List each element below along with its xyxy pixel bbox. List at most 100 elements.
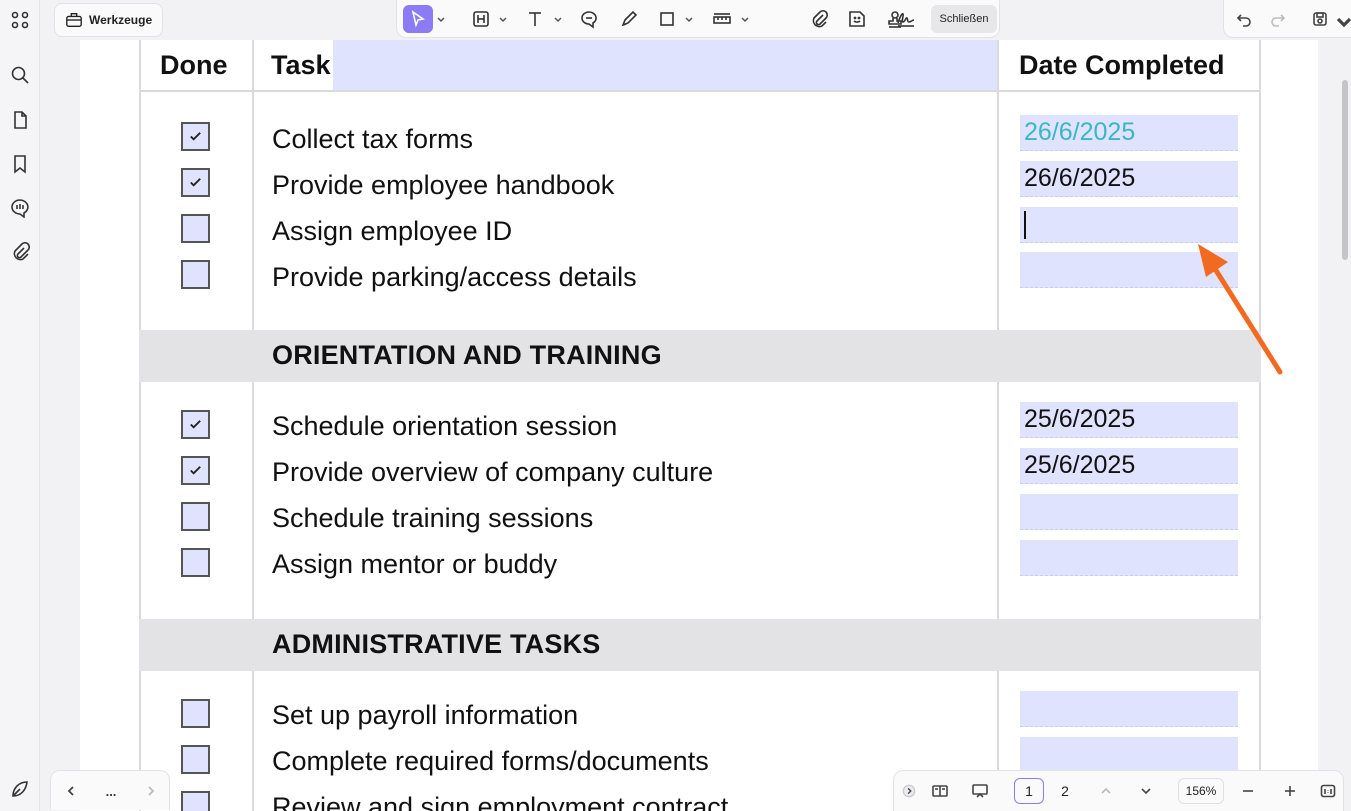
redo-icon[interactable] (1268, 9, 1288, 29)
select-tool-button[interactable] (403, 5, 433, 33)
shape-tool-button[interactable] (653, 5, 681, 33)
comments-icon[interactable] (8, 196, 32, 220)
date-field[interactable] (1020, 252, 1238, 288)
pencil-icon (621, 10, 638, 27)
date-field[interactable] (1020, 737, 1238, 773)
text-tool-button[interactable] (521, 5, 549, 33)
task-label: Provide parking/access details (272, 262, 637, 292)
forward-chevron-right-icon[interactable] (141, 781, 161, 801)
pencil-tool-button[interactable] (615, 5, 643, 33)
text-t-icon (529, 12, 541, 26)
sticker-smile-icon (849, 11, 865, 27)
attachment-icon[interactable] (8, 240, 32, 264)
date-field[interactable]: 25/6/2025 (1020, 402, 1238, 438)
header-done: Done (160, 50, 228, 80)
task-checkbox[interactable] (181, 791, 210, 811)
signature-icon (897, 13, 915, 27)
theme-icon[interactable] (8, 777, 32, 801)
date-field[interactable]: 26/6/2025 (1020, 115, 1238, 151)
next-page-chevron-down-icon[interactable] (1136, 778, 1156, 804)
scrollbar-thumb[interactable] (1342, 80, 1348, 260)
task-checkbox[interactable] (181, 745, 210, 774)
date-field[interactable]: 25/6/2025 (1020, 448, 1238, 484)
tools-button[interactable]: Werkzeuge (54, 3, 164, 37)
task-checkbox[interactable] (181, 502, 210, 531)
sticker-tool-button[interactable] (843, 5, 871, 33)
zoom-level[interactable]: 156% (1178, 778, 1224, 804)
header-divider (139, 90, 1261, 92)
task-checkbox[interactable] (181, 214, 210, 243)
checkmark-icon (190, 466, 201, 475)
undo-icon[interactable] (1234, 9, 1254, 29)
back-chevron-left-icon[interactable] (61, 781, 81, 801)
paperclip-icon (812, 9, 829, 28)
date-field[interactable] (1020, 691, 1238, 727)
section-title-administrative: ADMINISTRATIVE TASKS (272, 629, 601, 659)
attach-tool-button[interactable] (805, 5, 833, 33)
task-label: Assign mentor or buddy (272, 549, 558, 579)
checkmark-icon (190, 178, 201, 187)
expand-chevron-icon[interactable] (902, 778, 916, 804)
rectangle-icon (660, 12, 674, 26)
task-label: Schedule orientation session (272, 411, 618, 441)
measure-chevron-down-icon[interactable] (741, 16, 749, 24)
date-field[interactable]: 26/6/2025 (1020, 161, 1238, 197)
header-date-completed: Date Completed (1019, 50, 1225, 80)
select-tool-chevron-down-icon[interactable] (437, 16, 445, 24)
actual-size-icon[interactable] (1318, 778, 1338, 804)
reading-mode-icon[interactable] (928, 778, 952, 804)
page-1-button[interactable]: 1 (1014, 778, 1044, 804)
zoom-out-icon[interactable] (1238, 778, 1258, 804)
date-field[interactable] (1020, 540, 1238, 576)
tools-button-label: Werkzeuge (89, 13, 153, 27)
zoom-in-icon[interactable] (1280, 778, 1300, 804)
highlight-chevron-down-icon[interactable] (499, 16, 507, 24)
column-divider-date (997, 40, 999, 811)
ruler-icon (713, 13, 731, 24)
page-controls: 1 2 156% (893, 770, 1344, 811)
save-chevron-down-icon[interactable] (1336, 15, 1351, 28)
comment-tool-button[interactable] (575, 5, 603, 33)
page-2-button[interactable]: 2 (1050, 778, 1080, 804)
date-field-active[interactable] (1020, 207, 1238, 243)
signature-tool-button[interactable] (891, 5, 921, 33)
previous-page-chevron-up-icon[interactable] (1096, 778, 1116, 804)
task-checkbox[interactable] (181, 699, 210, 728)
task-label: Provide employee handbook (272, 170, 615, 200)
task-checkbox[interactable] (181, 548, 210, 577)
column-divider-done (252, 40, 254, 811)
task-checkbox[interactable] (181, 410, 210, 439)
apps-grid-icon[interactable] (8, 8, 32, 32)
task-checkbox[interactable] (181, 168, 210, 197)
checkmark-icon (190, 420, 201, 429)
search-icon[interactable] (8, 63, 32, 87)
right-toolbar-group (1223, 0, 1351, 38)
task-checkbox[interactable] (181, 122, 210, 151)
close-toolbar-button[interactable]: Schließen (931, 5, 997, 33)
cursor-icon (411, 10, 425, 28)
shape-chevron-down-icon[interactable] (685, 16, 693, 24)
task-checkbox[interactable] (181, 456, 210, 485)
presentation-icon[interactable] (968, 778, 992, 804)
page-thumbnails-icon[interactable] (8, 108, 32, 132)
page-history-nav: ... (50, 770, 170, 810)
section-title-orientation: ORIENTATION AND TRAINING (272, 340, 662, 370)
more-options-button[interactable]: ... (101, 781, 121, 801)
task-checkbox[interactable] (181, 260, 210, 289)
date-field[interactable] (1020, 494, 1238, 530)
speech-bubble-icon (581, 11, 597, 29)
top-toolbar: Werkzeuge Schließen (40, 0, 1351, 40)
save-icon[interactable] (1310, 9, 1330, 29)
measure-tool-button[interactable] (707, 5, 737, 33)
app-window: Werkzeuge Schließen Done Task Date Compl… (0, 0, 1351, 811)
left-sidebar (0, 0, 40, 811)
highlight-tool-button[interactable] (467, 5, 495, 33)
task-label: Review and sign employment contract (272, 792, 729, 811)
toolbox-icon (66, 13, 82, 27)
task-label: Complete required forms/documents (272, 746, 709, 776)
task-label: Assign employee ID (272, 216, 513, 246)
text-caret (1024, 211, 1026, 239)
bookmark-icon[interactable] (8, 152, 32, 176)
text-tool-chevron-down-icon[interactable] (554, 16, 562, 24)
annotation-tools-group: Schließen (396, 0, 1000, 38)
